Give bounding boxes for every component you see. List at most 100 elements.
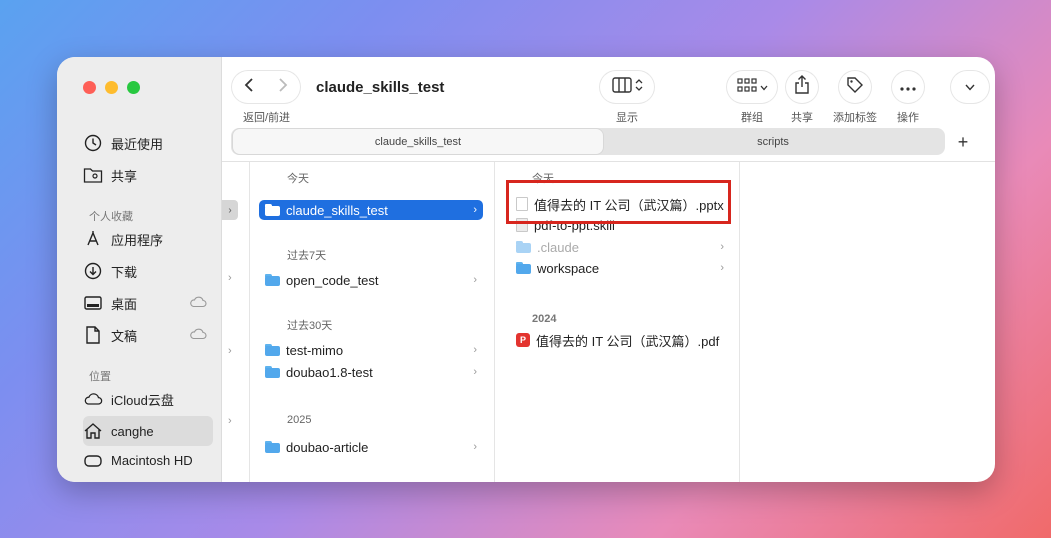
list-item[interactable]: open_code_test › (259, 270, 483, 290)
chevron-right-icon: › (720, 262, 724, 274)
item-name: doubao1.8-test (286, 364, 373, 380)
home-icon (83, 421, 103, 441)
group-button[interactable] (727, 71, 777, 103)
item-name: 值得去的 IT 公司（武汉篇）.pdf (536, 333, 720, 349)
sidebar: 最近使用 共享 个人收藏 应用程序 下载 桌面 文稿 位置 iCloud云盘 c… (57, 57, 222, 482)
share-button[interactable] (786, 71, 818, 103)
folder-icon (265, 441, 280, 453)
list-item[interactable]: doubao1.8-test › (259, 362, 483, 382)
column-browser: › › › › 今天 claude_skills_test › 过去7天 ope… (222, 161, 995, 482)
list-item[interactable]: pdf-to-ppt.skill (510, 215, 730, 235)
sidebar-item-label: Macintosh HD (111, 452, 193, 468)
skill-file-icon (516, 218, 528, 232)
back-chevron-icon[interactable] (243, 77, 255, 98)
sidebar-item-applications[interactable]: 应用程序 (83, 224, 213, 254)
tab-bar: claude_skills_test scripts (231, 128, 945, 155)
chevron-right-icon: › (228, 415, 232, 427)
item-name: 值得去的 IT 公司（武汉篇）.pptx (534, 197, 724, 213)
finder-window: 最近使用 共享 个人收藏 应用程序 下载 桌面 文稿 位置 iCloud云盘 c… (57, 57, 995, 482)
list-item[interactable]: test-mimo › (259, 340, 483, 360)
tab-scripts[interactable]: scripts (603, 128, 943, 155)
sidebar-item-label: 桌面 (111, 296, 138, 312)
tag-icon (846, 76, 864, 99)
sidebar-item-downloads[interactable]: 下载 (83, 256, 213, 286)
favorites-header: 个人收藏 (89, 211, 133, 223)
actions-label: 操作 (897, 112, 919, 124)
list-item[interactable]: doubao-article › (259, 437, 483, 457)
chevron-right-icon: › (473, 344, 477, 356)
chevron-down-icon (760, 78, 768, 96)
group-header: 2024 (532, 313, 557, 325)
group-header: 今天 (287, 173, 309, 185)
list-item[interactable]: 值得去的 IT 公司（武汉篇）.pptx (510, 194, 730, 214)
list-item[interactable]: workspace › (510, 258, 730, 278)
item-name: claude_skills_test (286, 202, 388, 218)
view-label: 显示 (616, 112, 638, 124)
new-tab-button[interactable]: + (951, 130, 975, 154)
share-icon (794, 74, 810, 100)
item-name: open_code_test (286, 272, 379, 288)
nav-buttons (232, 71, 300, 103)
sidebar-item-icloud[interactable]: iCloud云盘 (83, 384, 213, 414)
chevron-right-icon: › (720, 241, 724, 253)
sidebar-item-label: canghe (111, 423, 154, 439)
sidebar-item-recents[interactable]: 最近使用 (83, 128, 213, 158)
icloud-icon (189, 296, 207, 311)
sidebar-item-label: 下载 (111, 264, 138, 280)
sidebar-item-macintosh-hd[interactable]: Macintosh HD (83, 450, 213, 470)
close-button[interactable] (83, 81, 96, 94)
chevron-right-icon: › (473, 366, 477, 378)
sidebar-item-label: 共享 (111, 168, 138, 184)
minimize-button[interactable] (105, 81, 118, 94)
chevron-right-icon: › (473, 441, 477, 453)
shared-folder-icon (83, 165, 103, 185)
forward-chevron-icon[interactable] (277, 77, 289, 98)
sidebar-item-desktop[interactable]: 桌面 (83, 288, 213, 318)
desktop-icon (83, 293, 103, 313)
chevron-right-icon: › (473, 274, 477, 286)
sidebar-item-shared[interactable]: 共享 (83, 160, 213, 190)
list-item[interactable]: claude_skills_test › (259, 200, 483, 220)
folder-icon (516, 262, 531, 274)
tags-label: 添加标签 (833, 112, 877, 124)
item-name: doubao-article (286, 439, 369, 455)
sidebar-item-label: 最近使用 (111, 136, 164, 152)
updown-chevron-icon (635, 78, 643, 97)
item-name: workspace (537, 260, 600, 276)
chevron-right-icon: › (473, 204, 477, 216)
sidebar-item-documents[interactable]: 文稿 (83, 320, 213, 350)
column-contents: 今天 值得去的 IT 公司（武汉篇）.pptx pdf-to-ppt.skill… (495, 162, 740, 482)
pdf-file-icon: P (516, 333, 530, 347)
folder-icon (265, 344, 280, 356)
chevron-right-icon[interactable]: › (222, 200, 238, 220)
column-parent: › › › › (222, 162, 250, 482)
folder-icon (265, 366, 280, 378)
view-button[interactable] (600, 71, 654, 103)
applications-icon (83, 229, 103, 249)
pptx-file-icon (516, 197, 528, 211)
chevron-right-icon: › (228, 345, 232, 357)
more-icon (900, 78, 916, 96)
actions-button[interactable] (892, 71, 924, 103)
zoom-button[interactable] (127, 81, 140, 94)
group-label: 群组 (741, 112, 763, 124)
item-name: .claude (537, 239, 579, 255)
group-header: 过去7天 (287, 250, 327, 262)
column-view-icon (611, 76, 632, 98)
disk-icon (83, 450, 103, 470)
tag-button[interactable] (839, 71, 871, 103)
overflow-button[interactable] (951, 71, 989, 103)
group-header: 2025 (287, 414, 312, 426)
tab-claude-skills-test[interactable]: claude_skills_test (233, 129, 603, 154)
group-header: 今天 (532, 173, 554, 185)
folder-icon (265, 204, 280, 216)
sidebar-item-label: 应用程序 (111, 232, 164, 248)
list-item[interactable]: .claude › (510, 237, 730, 257)
grid-icon (736, 77, 757, 97)
icloud-icon (189, 328, 207, 343)
nav-label: 返回/前进 (243, 112, 291, 124)
list-item[interactable]: P 值得去的 IT 公司（武汉篇）.pdf (510, 330, 730, 350)
sidebar-item-label: 文稿 (111, 328, 138, 344)
sidebar-item-home[interactable]: canghe (83, 416, 213, 446)
group-header: 过去30天 (287, 320, 333, 332)
